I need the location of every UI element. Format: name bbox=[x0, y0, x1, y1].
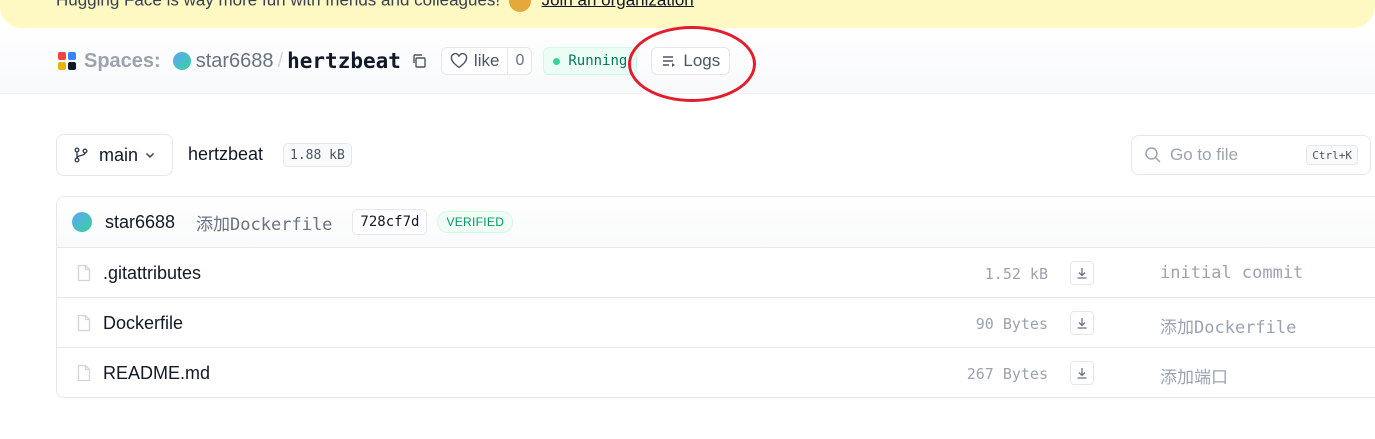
hugging-emoji-icon bbox=[508, 0, 531, 12]
file-name[interactable]: .gitattributes bbox=[103, 263, 201, 284]
file-commit-message[interactable]: initial commit bbox=[1160, 263, 1303, 283]
annotation-circle bbox=[628, 26, 756, 102]
status-dot-icon bbox=[553, 57, 561, 65]
commit-hash[interactable]: 728cf7d bbox=[352, 209, 428, 235]
file-size: 1.52 kB bbox=[984, 265, 1048, 283]
banner-text: Hugging Face is way more fun with friend… bbox=[56, 0, 694, 12]
spaces-logo-icon bbox=[58, 52, 76, 70]
org-banner: Hugging Face is way more fun with friend… bbox=[0, 0, 1375, 28]
status-label: Running bbox=[568, 53, 628, 69]
repo-size-badge: 1.88 kB bbox=[283, 143, 352, 167]
file-size: 90 Bytes bbox=[975, 315, 1048, 333]
file-name[interactable]: README.md bbox=[103, 363, 210, 384]
commit-message[interactable]: 添加Dockerfile bbox=[196, 210, 332, 235]
owner-avatar bbox=[172, 52, 191, 70]
download-icon bbox=[1077, 368, 1087, 379]
download-icon bbox=[1077, 318, 1087, 329]
table-row[interactable]: README.md 267 Bytes 添加端口 bbox=[57, 348, 1375, 397]
download-icon bbox=[1077, 268, 1087, 279]
heart-icon bbox=[450, 53, 468, 69]
search-icon bbox=[1145, 147, 1161, 163]
banner-message: Hugging Face is way more fun with friend… bbox=[56, 0, 500, 9]
current-path[interactable]: hertzbeat bbox=[188, 144, 263, 165]
like-group: like 0 bbox=[440, 47, 533, 75]
like-button[interactable]: like bbox=[442, 48, 508, 74]
file-icon bbox=[77, 314, 91, 332]
file-size: 267 Bytes bbox=[966, 365, 1048, 383]
go-to-file-search[interactable]: Ctrl+K bbox=[1131, 135, 1371, 175]
verified-badge: VERIFIED bbox=[437, 211, 514, 233]
branch-label: main bbox=[99, 144, 139, 165]
go-to-file-input[interactable] bbox=[1170, 145, 1300, 165]
git-branch-icon bbox=[74, 147, 88, 163]
download-button[interactable] bbox=[1070, 311, 1094, 335]
last-commit-row: star6688 添加Dockerfile 728cf7d VERIFIED bbox=[57, 197, 1375, 248]
like-count[interactable]: 0 bbox=[507, 48, 531, 74]
table-row[interactable]: Dockerfile 90 Bytes 添加Dockerfile bbox=[57, 298, 1375, 348]
file-commit-message[interactable]: 添加端口 bbox=[1160, 363, 1228, 388]
join-organization-link[interactable]: Join an organization bbox=[542, 0, 694, 9]
file-name[interactable]: Dockerfile bbox=[103, 313, 183, 334]
repo-name[interactable]: hertzbeat bbox=[287, 49, 401, 73]
commit-author[interactable]: star6688 bbox=[105, 212, 175, 233]
chevron-down-icon bbox=[145, 152, 155, 159]
file-icon bbox=[77, 364, 91, 382]
download-button[interactable] bbox=[1070, 261, 1094, 285]
table-row[interactable]: .gitattributes 1.52 kB initial commit bbox=[57, 248, 1375, 298]
file-icon bbox=[77, 264, 91, 282]
owner-link[interactable]: star6688 bbox=[196, 50, 274, 73]
download-button[interactable] bbox=[1070, 361, 1094, 385]
path-separator: / bbox=[277, 49, 284, 72]
file-commit-message[interactable]: 添加Dockerfile bbox=[1160, 313, 1296, 338]
running-status-badge[interactable]: Running bbox=[543, 47, 638, 75]
copy-icon[interactable] bbox=[411, 53, 427, 69]
commit-author-avatar bbox=[72, 212, 92, 232]
like-label: like bbox=[473, 51, 500, 70]
search-shortcut-badge: Ctrl+K bbox=[1306, 145, 1358, 165]
branch-selector[interactable]: main bbox=[56, 134, 173, 176]
file-table: star6688 添加Dockerfile 728cf7d VERIFIED .… bbox=[56, 196, 1375, 398]
spaces-label[interactable]: Spaces: bbox=[84, 50, 161, 73]
